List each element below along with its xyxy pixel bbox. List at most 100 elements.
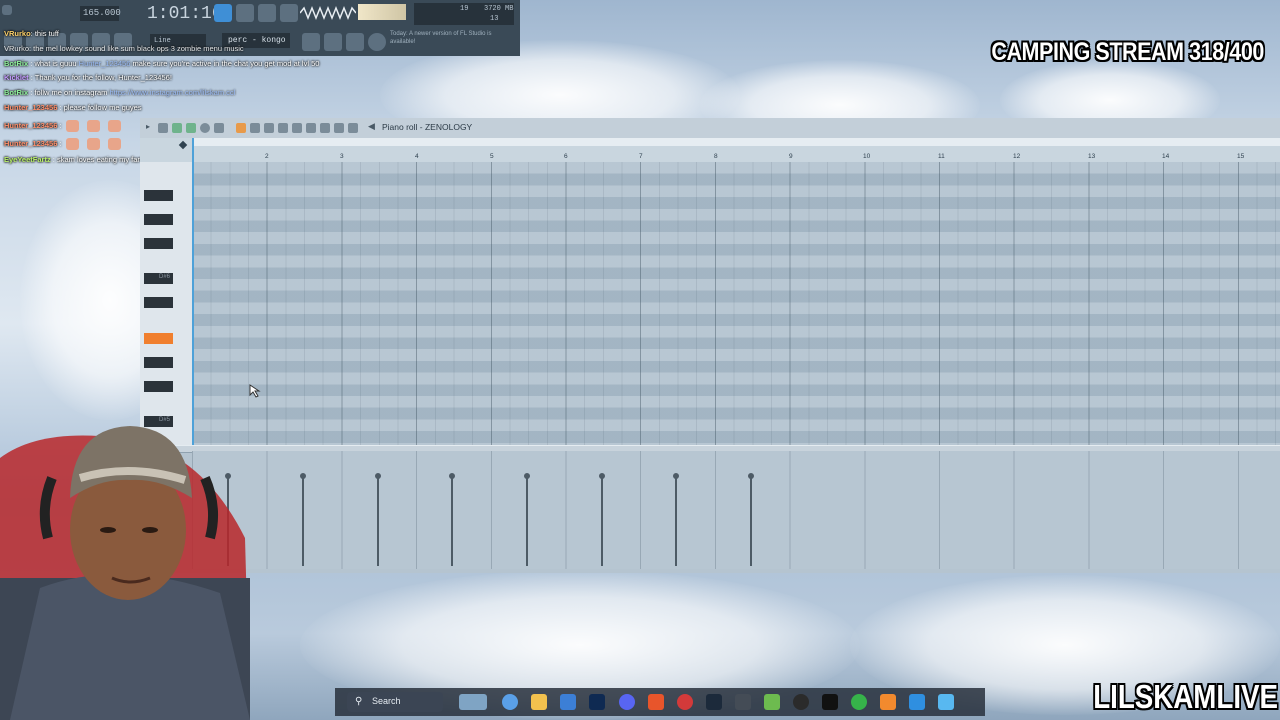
channel-name: LILSKAMLIVE <box>1093 678 1278 715</box>
layers-icon[interactable] <box>764 694 780 710</box>
chat-text: Thank you for the follow, Hunter_123456! <box>34 73 172 82</box>
speaker-icon[interactable]: ◀ <box>368 121 375 132</box>
store-icon[interactable] <box>560 694 576 710</box>
snap-icon[interactable] <box>172 123 182 133</box>
piano-key-highlighted[interactable] <box>144 333 173 344</box>
chat-username: Hunter_123456 <box>4 138 58 148</box>
chat-message: Hunter_123456 : <box>4 138 121 150</box>
piano-roll-titlebar[interactable]: ▸ ◀ Piano roll - ZENOLOGY <box>140 118 1280 138</box>
velocity-bar[interactable] <box>599 473 605 566</box>
piano-key-black[interactable] <box>144 381 173 392</box>
fl-studio-icon[interactable] <box>880 694 896 710</box>
timeline-ruler[interactable]: 2 3 4 5 6 7 8 9 10 11 12 13 14 15 <box>192 138 1280 162</box>
paint-tool-icon[interactable] <box>250 123 260 133</box>
file-explorer-icon[interactable] <box>459 694 487 710</box>
chat-hint: VRurko: the mel lowkey sound like sum bl… <box>4 44 244 53</box>
piano-key-black[interactable] <box>144 297 173 308</box>
emote-icon <box>107 120 121 132</box>
velocity-bar[interactable] <box>524 473 530 566</box>
chat-username: Hunter_123456 <box>4 120 58 130</box>
stamp-icon[interactable] <box>186 123 196 133</box>
draw-tool-icon[interactable] <box>236 123 246 133</box>
emote-icon <box>86 138 100 150</box>
bar-number: 5 <box>490 153 494 160</box>
paint-icon[interactable] <box>909 694 925 710</box>
bar-number: 7 <box>639 153 643 160</box>
velocity-bar[interactable] <box>748 473 754 566</box>
folder-icon[interactable] <box>531 694 547 710</box>
chat-username: VRurko <box>4 29 31 38</box>
notepad-icon[interactable] <box>938 694 954 710</box>
copilot-icon[interactable] <box>502 694 518 710</box>
pattern-mode-button[interactable] <box>214 4 232 22</box>
note-grid[interactable] <box>192 162 1280 445</box>
polyphony-value: 13 <box>490 15 499 23</box>
chat-link[interactable]: https://www.instagram.com/lilskam.ccl <box>109 88 235 97</box>
piano-roll-window: ▸ ◀ Piano roll - ZENOLOGY 2 3 4 5 6 7 8 … <box>140 118 1280 573</box>
emote-icon <box>65 138 79 150</box>
stream-title: CAMPING STREAM 318/400 <box>991 38 1264 66</box>
velocity-bar[interactable] <box>375 473 381 566</box>
discord-icon[interactable] <box>619 694 635 710</box>
chat-username: Hunter_123456 <box>4 103 58 112</box>
brave-icon[interactable] <box>648 694 664 710</box>
chat-username: EyeYeetFartz <box>4 155 51 164</box>
emote-icon <box>107 138 121 150</box>
record-button[interactable] <box>258 4 276 22</box>
webcam-image <box>0 426 250 720</box>
steam-icon[interactable] <box>706 694 722 710</box>
bar-number: 2 <box>265 153 269 160</box>
webcam-feed <box>0 418 250 720</box>
app-icon[interactable] <box>735 694 751 710</box>
slip-tool-icon[interactable] <box>292 123 302 133</box>
step-button[interactable] <box>346 33 364 51</box>
piano-key-black[interactable] <box>144 214 173 225</box>
emote-icon <box>65 120 79 132</box>
song-time: 1:01:16 <box>147 4 223 24</box>
master-volume[interactable] <box>358 4 406 20</box>
green-app-icon[interactable] <box>851 694 867 710</box>
piano-roll-title: Piano roll - ZENOLOGY <box>382 122 473 132</box>
chat-mention: Hunter_123456 <box>78 59 131 68</box>
play-button[interactable] <box>280 4 298 22</box>
piano-key-black[interactable]: D#6 <box>144 273 173 284</box>
cpu-value: 19 <box>460 5 469 13</box>
gear-icon[interactable] <box>368 33 386 51</box>
undo-icon[interactable] <box>214 123 224 133</box>
select-tool-icon[interactable] <box>320 123 330 133</box>
velocity-bar[interactable] <box>673 473 679 566</box>
velocity-bar[interactable] <box>449 473 455 566</box>
magnet-icon[interactable] <box>158 123 168 133</box>
browser-icon[interactable] <box>677 694 693 710</box>
slice-tool-icon[interactable] <box>306 123 316 133</box>
update-notice[interactable]: Today: A newer version of FL Studio is a… <box>390 30 500 52</box>
chat-message: Hunter_123456 : please follow me guyes <box>4 103 142 112</box>
piano-key-black[interactable] <box>144 238 173 249</box>
arrow-icon[interactable]: ▸ <box>146 122 150 131</box>
piano-key-black[interactable] <box>144 190 173 201</box>
piano-keyboard[interactable]: D#6 D#5 <box>140 162 192 445</box>
mute-tool-icon[interactable] <box>278 123 288 133</box>
tempo-display[interactable]: 165.000 <box>80 6 121 21</box>
song-mode-button[interactable] <box>236 4 254 22</box>
bar-number: 15 <box>1237 153 1245 160</box>
photoshop-icon[interactable] <box>589 694 605 710</box>
emote-icon <box>86 120 100 132</box>
settings-icon[interactable] <box>200 123 210 133</box>
obs-icon[interactable] <box>793 694 809 710</box>
velocity-lane[interactable] <box>192 451 1280 569</box>
menu-icon[interactable] <box>2 5 12 15</box>
loop-marker[interactable] <box>192 138 1280 146</box>
chat-username: BotRix <box>4 59 29 68</box>
playback-tool-icon[interactable] <box>348 123 358 133</box>
chat-username: Kicklet <box>4 73 29 82</box>
capcut-icon[interactable] <box>822 694 838 710</box>
scroll-arrow-icon[interactable] <box>178 140 188 150</box>
delete-tool-icon[interactable] <box>264 123 274 133</box>
bar-number: 14 <box>1162 153 1170 160</box>
piano-key-black[interactable] <box>144 357 173 368</box>
velocity-bar[interactable] <box>300 473 306 566</box>
taskbar-search[interactable]: ⚲ Search <box>347 692 443 712</box>
zoom-tool-icon[interactable] <box>334 123 344 133</box>
playhead[interactable] <box>192 138 194 445</box>
